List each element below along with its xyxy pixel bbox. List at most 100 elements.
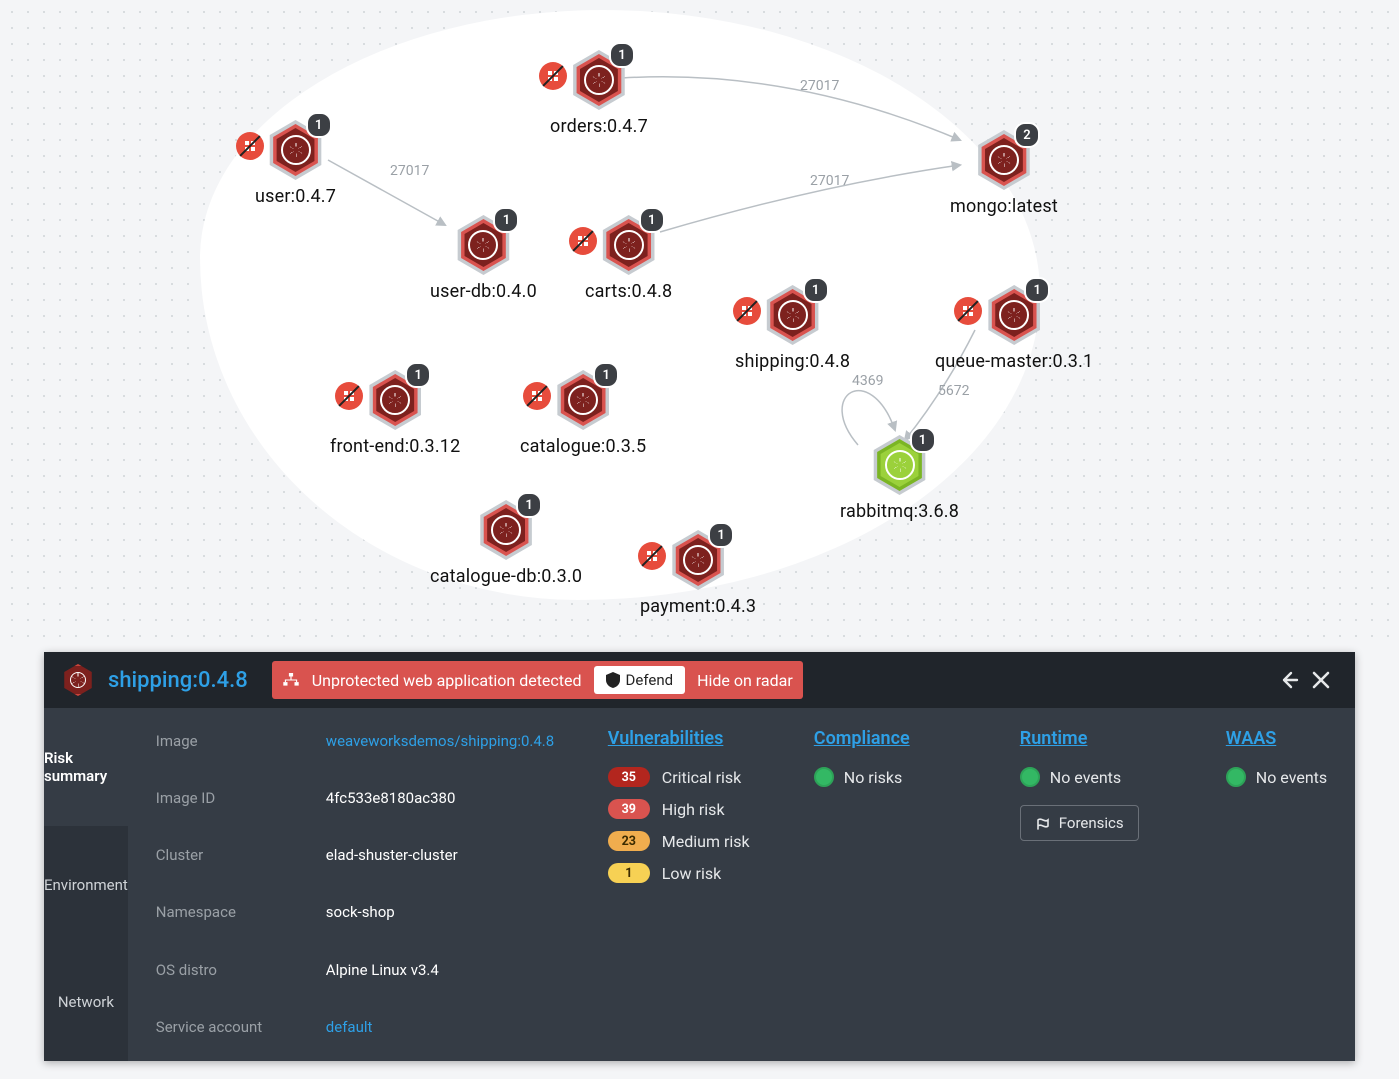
meta-key: Namespace xyxy=(156,903,316,946)
node-carts[interactable]: 1carts:0.4.8 xyxy=(585,215,672,302)
node-label: catalogue-db:0.3.0 xyxy=(430,566,582,587)
node-hex: 1 xyxy=(365,370,425,430)
sev-badge: 39 xyxy=(608,799,650,819)
k8s-icon xyxy=(999,300,1029,330)
compliance-link[interactable]: Compliance xyxy=(814,728,964,749)
sev-label: Critical risk xyxy=(662,768,741,787)
waas-column: WAAS No events xyxy=(1226,728,1376,1061)
node-label: catalogue:0.3.5 xyxy=(520,436,646,457)
node-label: queue-master:0.3.1 xyxy=(935,351,1093,372)
k8s-icon xyxy=(989,145,1019,175)
node-payment[interactable]: 1payment:0.4.3 xyxy=(640,530,756,617)
runtime-column: Runtime No events Forensics xyxy=(1020,728,1170,1061)
hide-on-radar-link[interactable]: Hide on radar xyxy=(697,671,793,690)
node-cataloguedb[interactable]: 1 catalogue-db:0.3.0 xyxy=(430,500,582,587)
close-button[interactable] xyxy=(1305,664,1337,696)
sev-badge: 23 xyxy=(608,831,650,851)
panel-header: shipping:0.4.8 Unprotected web applicati… xyxy=(44,652,1355,708)
node-hex: 1 xyxy=(476,500,536,560)
vuln-row-med: 23 Medium risk xyxy=(608,831,758,851)
unprotected-icon xyxy=(954,297,982,325)
node-mongo[interactable]: 2mongo:latest xyxy=(950,130,1058,217)
node-catalogue[interactable]: 1 catalogue:0.3.5 xyxy=(520,370,646,457)
meta-table: Image weaveworksdemos/shipping:0.4.8 Ima… xyxy=(128,708,568,1061)
node-badge: 1 xyxy=(708,522,734,548)
details-panel: shipping:0.4.8 Unprotected web applicati… xyxy=(44,652,1355,1061)
panel-rail: Risk summary Environment Network xyxy=(44,708,128,1061)
runtime-link[interactable]: Runtime xyxy=(1020,728,1170,749)
k8s-icon xyxy=(70,672,86,688)
topology-canvas[interactable]: 27017270172701756724369 1orders:0.4.71us… xyxy=(0,0,1399,640)
defend-button[interactable]: Defend xyxy=(594,666,686,694)
arrow-left-icon xyxy=(1279,670,1299,690)
k8s-icon xyxy=(468,230,498,260)
node-label: orders:0.4.7 xyxy=(550,116,648,137)
node-user[interactable]: 1user:0.4.7 xyxy=(255,120,336,207)
node-frontend[interactable]: 1 front-end:0.3.12 xyxy=(330,370,460,457)
rail-environment[interactable]: Environment xyxy=(44,826,128,944)
unprotected-icon xyxy=(335,382,363,410)
sev-label: Medium risk xyxy=(662,832,750,851)
k8s-icon xyxy=(491,515,521,545)
forensics-label: Forensics xyxy=(1059,814,1124,832)
node-badge: 1 xyxy=(639,207,665,233)
node-badge: 1 xyxy=(516,492,542,518)
vuln-row-low: 1 Low risk xyxy=(608,863,758,883)
k8s-icon xyxy=(584,65,614,95)
node-badge: 1 xyxy=(910,427,936,453)
node-label: user-db:0.4.0 xyxy=(430,281,537,302)
status-text: No risks xyxy=(844,768,902,787)
k8s-icon xyxy=(614,230,644,260)
compliance-status: No risks xyxy=(814,767,964,787)
alert-text: Unprotected web application detected xyxy=(312,671,582,690)
node-badge: 1 xyxy=(306,112,332,138)
status-dot-green-icon xyxy=(1226,767,1246,787)
alert-bar: Unprotected web application detected Def… xyxy=(272,661,803,699)
node-label: carts:0.4.8 xyxy=(585,281,672,302)
vuln-row-crit: 35Critical risk xyxy=(608,767,758,787)
unprotected-icon xyxy=(523,382,551,410)
node-queuemaster[interactable]: 1queue-master:0.3.1 xyxy=(935,285,1093,372)
meta-value: sock-shop xyxy=(326,903,556,946)
node-badge: 2 xyxy=(1014,122,1040,148)
node-badge: 1 xyxy=(1024,277,1050,303)
summary-sections: Vulnerabilities 35Critical risk 39 High ri… xyxy=(568,708,1399,1061)
compliance-column: Compliance No risks xyxy=(814,728,964,1061)
node-label: user:0.4.7 xyxy=(255,186,336,207)
node-orders[interactable]: 1 orders:0.4.7 xyxy=(550,50,648,137)
shield-icon xyxy=(606,672,620,688)
node-hex: 1 xyxy=(553,370,613,430)
sev-label: Low risk xyxy=(662,864,721,883)
rail-network[interactable]: Network xyxy=(44,943,128,1061)
status-dot-green-icon xyxy=(814,767,834,787)
meta-key: Image ID xyxy=(156,789,316,832)
node-userdb[interactable]: 1user-db:0.4.0 xyxy=(430,215,537,302)
node-shipping[interactable]: 1shipping:0.4.8 xyxy=(735,285,850,372)
vulnerabilities-link[interactable]: Vulnerabilities xyxy=(608,728,758,749)
unprotected-icon xyxy=(569,227,597,255)
sev-badge: 1 xyxy=(608,863,650,883)
k8s-icon xyxy=(683,545,713,575)
meta-value-service-account[interactable]: default xyxy=(326,1018,556,1061)
meta-key: OS distro xyxy=(156,961,316,1004)
forensics-button[interactable]: Forensics xyxy=(1020,805,1139,841)
meta-value-image[interactable]: weaveworksdemos/shipping:0.4.8 xyxy=(326,732,556,775)
node-label: rabbitmq:3.6.8 xyxy=(840,501,959,522)
waas-link[interactable]: WAAS xyxy=(1226,728,1376,749)
k8s-icon xyxy=(568,385,598,415)
sev-label: High risk xyxy=(662,800,725,819)
node-hex: 1 xyxy=(569,50,629,110)
status-dot-green-icon xyxy=(1020,767,1040,787)
node-badge: 1 xyxy=(493,207,519,233)
node-label: front-end:0.3.12 xyxy=(330,436,460,457)
node-hex: 1 xyxy=(668,530,728,590)
back-button[interactable] xyxy=(1273,664,1305,696)
node-rabbitmq[interactable]: 1rabbitmq:3.6.8 xyxy=(840,435,959,522)
forensics-icon xyxy=(1035,815,1051,831)
vulnerabilities-column: Vulnerabilities 35Critical risk 39 High ri… xyxy=(608,728,758,1061)
k8s-icon xyxy=(778,300,808,330)
rail-risk-summary[interactable]: Risk summary xyxy=(44,708,128,826)
status-text: No events xyxy=(1256,768,1327,787)
vuln-row-high: 39 High risk xyxy=(608,799,758,819)
k8s-icon xyxy=(885,450,915,480)
